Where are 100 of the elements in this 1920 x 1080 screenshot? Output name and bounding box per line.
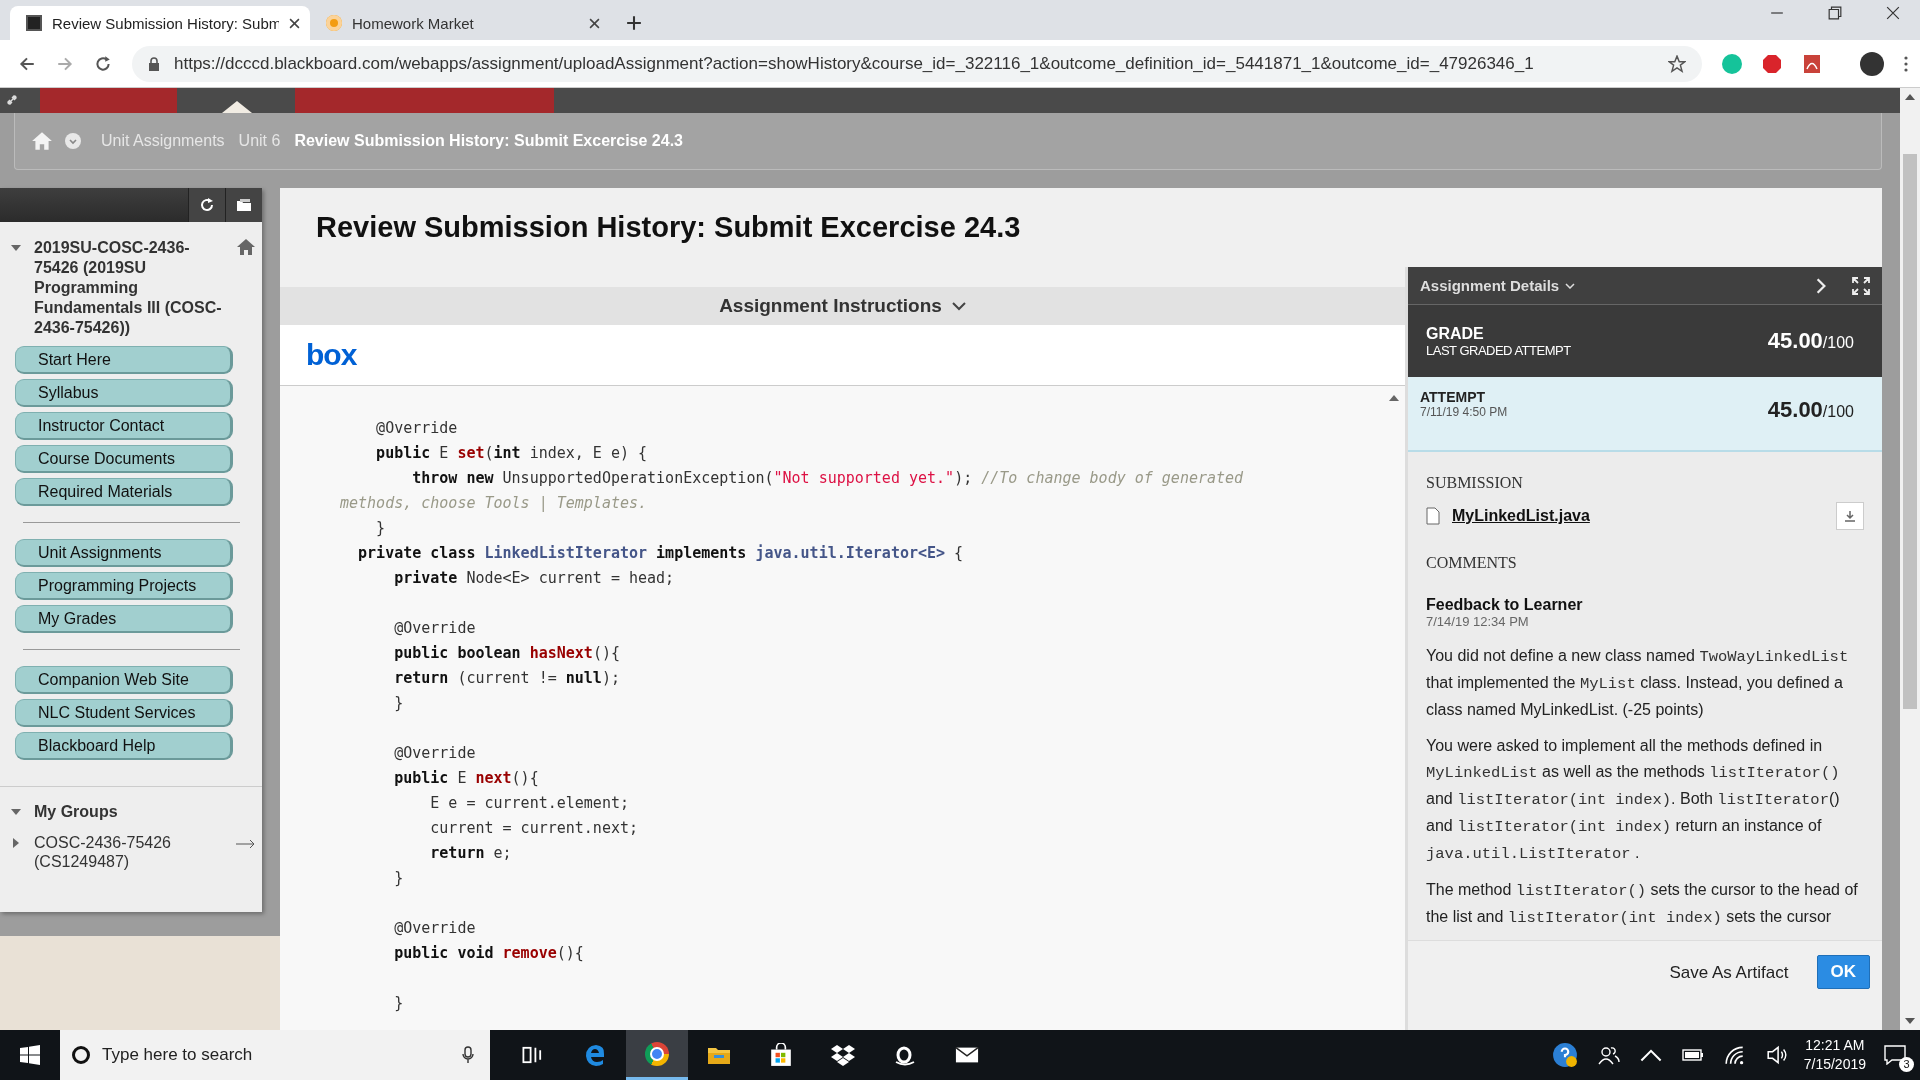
details-dropdown[interactable]: Assignment Details bbox=[1420, 277, 1560, 294]
restore-icon[interactable] bbox=[1828, 6, 1842, 20]
code-line: return e; bbox=[429, 843, 512, 864]
grade-caption: LAST GRADED ATTEMPT bbox=[1426, 342, 1572, 358]
ok-button[interactable]: OK bbox=[1816, 955, 1870, 989]
lock-icon bbox=[148, 56, 160, 71]
reload-icon[interactable] bbox=[94, 54, 112, 73]
scroll-up-icon[interactable] bbox=[1389, 394, 1399, 402]
scroll-down-icon[interactable] bbox=[1905, 1018, 1915, 1024]
code-line: current = current.next; bbox=[429, 818, 638, 839]
course-menu-link[interactable]: Programming Projects bbox=[15, 572, 233, 600]
caret-icon[interactable] bbox=[1565, 282, 1576, 289]
code-line: private class LinkedListIterator implements java.util.Iterator<E> { bbox=[357, 543, 964, 564]
bookmark-star-icon[interactable] bbox=[1668, 54, 1686, 73]
refresh-icon bbox=[199, 197, 215, 213]
expand-icon[interactable] bbox=[1852, 276, 1870, 295]
profile-avatar[interactable] bbox=[1860, 51, 1884, 76]
section-label: SUBMISSION bbox=[1426, 474, 1523, 492]
code-line: } bbox=[393, 993, 404, 1014]
attempt-label: ATTEMPT bbox=[1420, 389, 1487, 405]
grade-label: GRADE bbox=[1426, 324, 1485, 343]
search-icon bbox=[72, 1046, 90, 1064]
chrome-app-icon[interactable] bbox=[626, 1030, 688, 1080]
folder-button[interactable] bbox=[225, 188, 262, 222]
volume-icon[interactable] bbox=[1765, 1045, 1788, 1065]
close-icon[interactable] bbox=[289, 17, 300, 29]
home-icon[interactable] bbox=[236, 238, 256, 256]
refresh-button[interactable] bbox=[188, 188, 225, 222]
code-line: @Override bbox=[393, 743, 476, 764]
menu-icon[interactable] bbox=[1904, 55, 1908, 72]
course-menu-link[interactable]: Blackboard Help bbox=[15, 732, 233, 760]
clock-time[interactable]: 12:21 AM bbox=[1805, 1036, 1865, 1055]
help-icon[interactable] bbox=[1551, 1042, 1578, 1068]
course-menu-link[interactable]: NLC Student Services bbox=[15, 699, 233, 727]
feedback-paragraph: You were asked to implement all the methods defined in MyLinkedList as well as the methods listIterator() and listIterator(int index). Both listIterator() and listIterator(int index) return an instance of java.util.ListIterator . bbox=[1426, 736, 1841, 865]
instructions-header[interactable]: Assignment Instructions bbox=[280, 287, 1405, 325]
attempt-panel[interactable]: ATTEMPT 7/11/19 4:50 PM 45.00/100 bbox=[1408, 377, 1882, 452]
section-label: COMMENTS bbox=[1426, 554, 1517, 572]
file-link[interactable]: MyLinkedList.java bbox=[1452, 507, 1590, 525]
arrow-icon[interactable] bbox=[236, 839, 256, 849]
site-icon bbox=[26, 15, 42, 31]
code-line: return (current != null); bbox=[393, 668, 620, 689]
taskbar-search-field[interactable]: Type here to search bbox=[60, 1030, 490, 1080]
file-icon bbox=[1426, 507, 1440, 525]
wifi-icon[interactable] bbox=[1723, 1045, 1746, 1065]
pdf-icon[interactable] bbox=[1802, 53, 1822, 74]
attempt-score: 45.00/100 bbox=[1767, 397, 1854, 423]
page-scrollbar[interactable] bbox=[1900, 88, 1920, 1030]
code-line: public E next(){ bbox=[393, 768, 539, 789]
address-field[interactable]: https://dcccd.blackboard.com/webapps/assignment/uploadAssignment?action=showHistory&course_id=_322116_1&outcome_definition_id=_5441871_1&outcome_id=_47926346_1 bbox=[132, 45, 1702, 82]
code-line: E e = current.element; bbox=[429, 793, 629, 814]
save-artifact-link[interactable]: Save As Artifact bbox=[1669, 955, 1789, 983]
close-icon[interactable] bbox=[1886, 6, 1900, 20]
code-line: } bbox=[375, 518, 386, 539]
site-icon bbox=[326, 15, 342, 31]
course-menu-link[interactable]: My Grades bbox=[15, 605, 233, 633]
chevron-down-icon[interactable] bbox=[951, 301, 966, 311]
course-menu-link[interactable]: Instructor Contact bbox=[15, 412, 233, 440]
close-icon[interactable] bbox=[589, 17, 600, 29]
browser-tab[interactable]: Homework Market bbox=[310, 6, 610, 40]
code-line: @Override bbox=[393, 618, 476, 639]
download-icon bbox=[1844, 510, 1856, 522]
dropdown-icon[interactable] bbox=[65, 133, 81, 149]
page-title: Review Submission History: Submit Excercise 24.3 bbox=[316, 211, 1021, 244]
download-button[interactable] bbox=[1836, 502, 1864, 530]
section-heading: My Groups bbox=[34, 803, 118, 821]
feedback-title: Feedback to Learner bbox=[1426, 596, 1583, 614]
course-menu-link[interactable]: Syllabus bbox=[15, 379, 233, 407]
group-link[interactable]: COSC-2436-75426 (CS1249487) bbox=[34, 833, 224, 871]
scroll-up-icon[interactable] bbox=[1905, 94, 1915, 100]
attempt-date: 7/11/19 4:50 PM bbox=[1420, 405, 1509, 419]
windows-start-icon[interactable] bbox=[20, 1045, 40, 1065]
new-tab-icon[interactable] bbox=[626, 15, 642, 31]
viewer-logo: box bbox=[306, 340, 357, 370]
pointer-icon bbox=[222, 101, 252, 113]
code-line: private Node<E> current = head; bbox=[393, 568, 675, 589]
course-menu-link[interactable]: Unit Assignments bbox=[15, 539, 233, 567]
notification-count: 3 bbox=[1899, 1057, 1914, 1072]
code-line: } bbox=[393, 868, 404, 889]
course-title[interactable]: 2019SU-COSC-2436-75426 (2019SU Programming Fundamentals III (COSC-2436-75426)) bbox=[34, 238, 224, 338]
code-line: methods, choose Tools | Templates. bbox=[340, 493, 648, 514]
code-line: public boolean hasNext(){ bbox=[393, 643, 620, 664]
code-line: public E set(int index, E e) { bbox=[375, 443, 648, 464]
code-line: @Override bbox=[375, 418, 458, 439]
feedback-paragraph: The method listIterator() sets the cursor to the head of the list and listIterator(int index) sets the cursor bbox=[1426, 880, 1859, 929]
grade-score: 45.00/100 bbox=[1767, 328, 1854, 354]
feedback-date: 7/14/19 12:34 PM bbox=[1426, 614, 1529, 629]
stop-sign-icon[interactable] bbox=[1762, 53, 1782, 74]
clock-date[interactable]: 7/15/2019 bbox=[1803, 1055, 1866, 1074]
course-menu-link[interactable]: Companion Web Site bbox=[15, 666, 233, 694]
course-menu-link[interactable]: Course Documents bbox=[15, 445, 233, 473]
course-menu-link[interactable]: Required Materials bbox=[15, 478, 233, 506]
code-line: } bbox=[393, 693, 404, 714]
code-line: @Override bbox=[393, 918, 476, 939]
code-line: public void remove(){ bbox=[393, 943, 584, 964]
people-icon[interactable] bbox=[1597, 1045, 1620, 1065]
microphone-icon[interactable] bbox=[462, 1046, 474, 1064]
link-icon[interactable] bbox=[6, 94, 18, 106]
course-menu-link[interactable]: Start Here bbox=[15, 346, 233, 374]
feedback-paragraph: You did not define a new class named TwoWayLinkedList that implemented the MyList class. Instead, you defined a class named MyLinkedList. (-25 points) bbox=[1426, 646, 1850, 720]
